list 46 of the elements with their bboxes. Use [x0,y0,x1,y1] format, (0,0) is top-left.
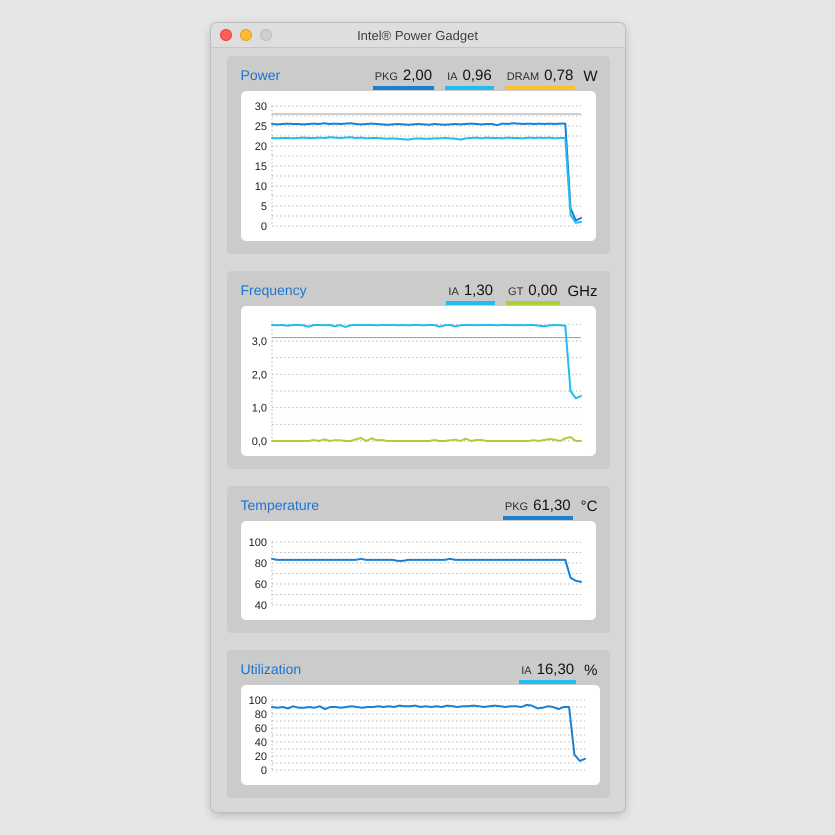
legend-value: 2,00 [402,67,432,85]
legend-label: IA [521,664,532,679]
legend-value: 0,00 [528,282,558,300]
axis-tick-label: 60 [254,723,266,735]
axis-tick-label: 5 [260,201,266,213]
legend-value: 1,30 [464,282,494,300]
axis-tick-label: 40 [254,600,266,612]
close-button[interactable] [220,29,232,41]
axis-tick-label: 80 [254,558,266,570]
legend-label: IA [447,70,458,85]
legend-label: IA [448,285,459,300]
axis-tick-label: 30 [254,101,266,113]
axis-tick-label: 3,0 [251,336,266,348]
section-title: Utilization [240,661,302,679]
axis-tick-label: 80 [254,709,266,721]
axis-tick-label: 1,0 [251,402,266,415]
axis-tick-label: 100 [248,537,266,549]
axis-tick-label: 10 [254,181,266,193]
axis-tick-label: 0 [260,765,266,777]
section-title: Frequency [240,282,307,300]
axis-tick-label: 15 [254,161,266,173]
unit-label: °C [580,498,598,516]
section-title: Temperature [240,497,320,515]
minimize-button[interactable] [240,29,252,41]
axis-tick-label: 0,0 [251,436,266,448]
axis-tick-label: 2,0 [251,369,266,382]
unit-label: GHz [568,283,598,301]
axis-tick-label: 20 [254,141,266,153]
section-title: Power [240,67,280,85]
unit-label: % [584,662,598,680]
legend-value: 0,96 [462,67,492,85]
legend-label: PKG [374,70,398,85]
window-title: Intel® Power Gadget [356,28,479,42]
axis-tick-label: 0 [260,221,266,233]
legend-value: 61,30 [533,497,571,515]
legend-label: GT [508,285,524,300]
legend-value: 16,30 [536,661,574,679]
axis-tick-label: 60 [254,579,266,591]
legend-value: 0,78 [544,67,574,85]
axis-tick-label: 100 [248,695,266,707]
axis-tick-label: 20 [254,751,266,763]
unit-label: W [583,68,598,86]
legend-label: DRAM [506,70,540,85]
axis-tick-label: 40 [254,737,266,749]
axis-tick-label: 25 [254,121,266,133]
legend-label: PKG [504,500,528,515]
